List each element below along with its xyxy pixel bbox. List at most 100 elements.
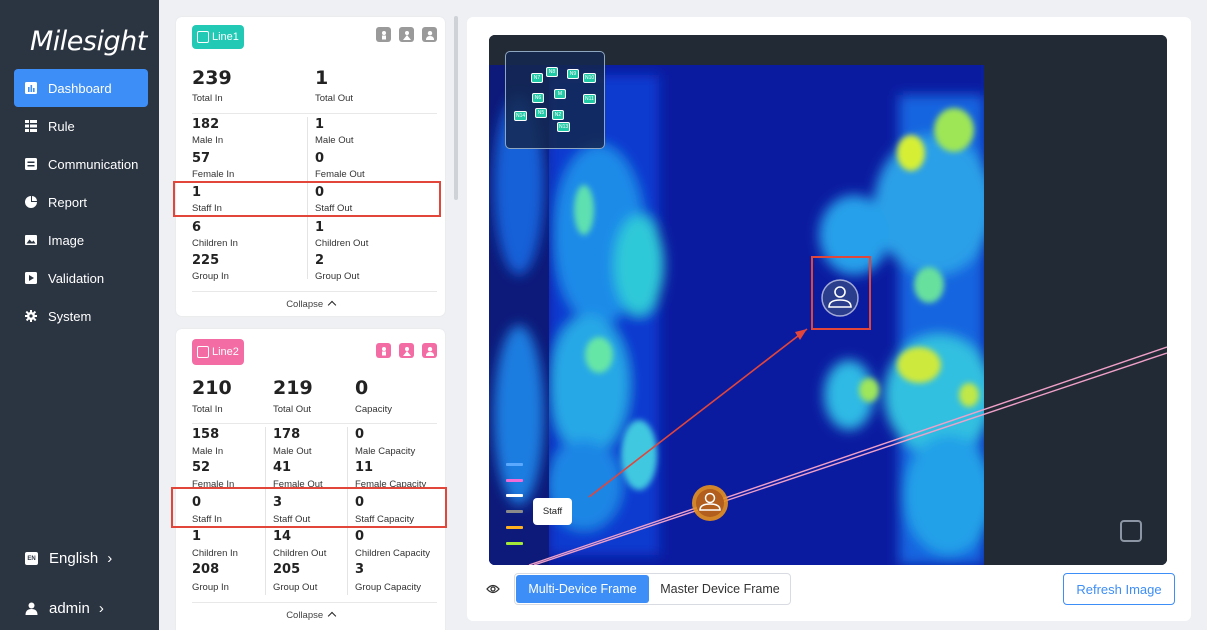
legend-line [506,463,523,466]
gender-filter-icon[interactable] [399,343,414,358]
line1-total-in-label: Total In [192,93,223,104]
divider [192,291,437,292]
line2-name: Line2 [212,346,239,358]
sidebar-item-label: Validation [48,270,105,286]
line1-group-out-value: 2 [315,253,325,268]
multi-device-frame-tab[interactable]: Multi-Device Frame [516,575,649,603]
line2-children-in-value: 1 [192,529,202,544]
line1-group-out-label: Group Out [315,271,360,282]
line2-total-out-value: 219 [273,377,313,399]
device-node[interactable]: N13 [557,122,571,132]
fullscreen-icon[interactable] [1120,520,1142,542]
line2-badge: Line2 [192,339,244,365]
sidebar-item-report[interactable]: Report [14,183,148,221]
refresh-image-button[interactable]: Refresh Image [1063,573,1175,605]
sidebar-item-communication[interactable]: Communication [14,145,148,183]
sidebar-nav: Dashboard Rule Communication Report Imag… [14,69,148,335]
device-node[interactable]: N7 [531,73,543,83]
brand-logo: Milesight [30,26,147,57]
line2-group-in-value: 208 [192,562,220,577]
language-selector[interactable]: EN English › [25,550,112,567]
line1-male-out-value: 1 [315,117,325,132]
line2-male-capacity-label: Male Capacity [355,446,416,457]
line2-total-in-label: Total In [192,404,223,415]
line2-group-out-label: Group Out [273,582,318,593]
line2-male-capacity-value: 0 [355,427,365,442]
staff-filter-icon[interactable] [422,27,437,42]
chevron-up-icon [327,300,337,310]
line2-collapse-button[interactable]: Collapse [176,610,445,621]
collapse-label: Collapse [286,299,324,310]
device-node[interactable]: N10 [583,73,597,83]
line2-male-out-value: 178 [273,427,301,442]
staff-filter-icon[interactable] [422,343,437,358]
line2-children-out-label: Children Out [273,548,327,559]
sidebar-item-system[interactable]: System [14,297,148,335]
user-menu[interactable]: admin › [25,600,104,617]
children-filter-icon[interactable] [376,343,391,358]
device-layout-thumbnail[interactable]: N7 N8 N9 N10 N6 M N11 N14 N5 N2 N13 [505,51,605,149]
line2-group-capacity-value: 3 [355,562,365,577]
line2-card: Line2 210 Total In 219 Total Out 0 Capac… [176,329,445,630]
validation-icon [25,272,37,284]
line2-female-out-value: 41 [273,460,292,475]
line1-children-in-value: 6 [192,220,202,235]
device-node[interactable]: N2 [552,110,564,120]
user-icon [25,602,38,615]
line-cards-column: Line1 239 Total In 1 Total Out 182 Male … [159,0,459,630]
staff-tooltip: Staff [533,498,572,525]
device-node[interactable]: M [554,89,566,99]
line2-group-in-label: Group In [192,582,229,593]
sidebar-item-label: Report [48,194,88,210]
sidebar-item-image[interactable]: Image [14,221,148,259]
line-icon [197,31,209,43]
divider [192,602,437,603]
legend-line [506,510,523,513]
gender-filter-icon[interactable] [399,27,414,42]
line2-children-in-label: Children In [192,548,238,559]
sidebar-item-dashboard[interactable]: Dashboard [14,69,148,107]
line1-group-in-label: Group In [192,271,229,282]
legend-line [506,526,523,529]
line2-male-in-label: Male In [192,446,224,457]
device-node[interactable]: N11 [583,94,596,104]
device-node[interactable]: N8 [546,67,558,77]
divider [192,423,437,424]
line1-name: Line1 [212,31,239,43]
line2-female-in-value: 52 [192,460,211,475]
line1-children-in-label: Children In [192,238,238,249]
line1-children-out-label: Children Out [315,238,369,249]
staff-row-highlight [171,487,447,528]
line2-children-capacity-value: 0 [355,529,365,544]
line2-group-capacity-label: Group Capacity [355,582,422,593]
line1-collapse-button[interactable]: Collapse [176,299,445,310]
cards-scrollbar[interactable] [454,16,458,200]
language-label: English [49,550,99,567]
divider [192,113,437,114]
rule-icon [25,120,37,132]
line1-card: Line1 239 Total In 1 Total Out 182 Male … [176,17,445,316]
sidebar-item-label: Rule [48,118,75,134]
line1-male-in-value: 182 [192,117,220,132]
device-node[interactable]: N6 [532,93,544,103]
pie-chart-icon [25,196,37,208]
line1-female-in-label: Female In [192,169,235,180]
sidebar-item-rule[interactable]: Rule [14,107,148,145]
line2-total-in-value: 210 [192,377,232,399]
master-device-frame-tab[interactable]: Master Device Frame [650,574,790,604]
line2-male-in-value: 158 [192,427,220,442]
device-node[interactable]: N5 [535,108,547,118]
children-filter-icon[interactable] [376,27,391,42]
line-icon [197,346,209,358]
eye-icon[interactable] [486,582,500,594]
image-icon [25,234,37,246]
device-node[interactable]: N14 [514,111,528,121]
line1-female-out-label: Female Out [315,169,365,180]
legend-line [506,479,523,482]
legend-line [506,542,523,545]
line2-capacity-label: Capacity [355,404,392,415]
frame-toggle: Multi-Device Frame Master Device Frame [514,573,791,605]
sidebar-item-validation[interactable]: Validation [14,259,148,297]
device-node[interactable]: N9 [567,69,579,79]
line2-filter-icons [376,343,437,358]
